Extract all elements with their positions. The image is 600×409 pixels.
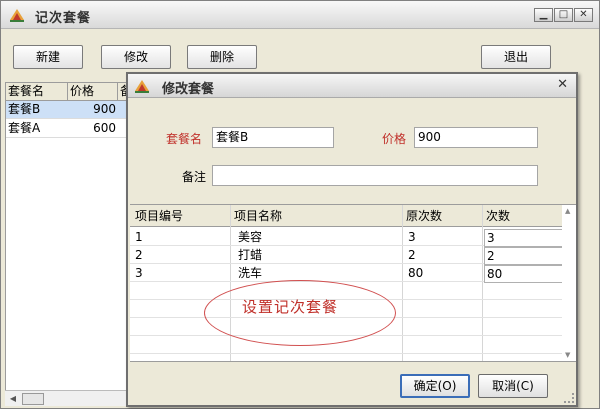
column-header-name[interactable]: 套餐名: [6, 83, 68, 100]
package-name-field[interactable]: 套餐B: [212, 127, 334, 148]
edit-package-dialog: 修改套餐 ✕ 套餐名 套餐B 价格 900 备注 项目编号 项目名称 原次数 次…: [126, 72, 578, 407]
item-count-input[interactable]: 3: [484, 229, 564, 247]
item-original-count-cell[interactable]: 80: [408, 265, 423, 281]
scroll-left-icon[interactable]: ◀: [6, 392, 20, 406]
item-id-cell[interactable]: 1: [135, 229, 143, 245]
app-icon: [135, 80, 149, 93]
table-row[interactable]: 套餐A 600: [6, 120, 128, 138]
app-icon: [10, 9, 24, 22]
scroll-thumb[interactable]: [22, 393, 44, 405]
column-header-price[interactable]: 价格: [68, 83, 118, 100]
horizontal-scrollbar[interactable]: ◀: [5, 390, 129, 406]
item-id-cell[interactable]: 2: [135, 247, 143, 263]
dialog-titlebar[interactable]: 修改套餐 ✕: [128, 74, 576, 98]
new-button[interactable]: 新建: [13, 45, 83, 69]
edit-button[interactable]: 修改: [101, 45, 171, 69]
scroll-down-icon[interactable]: ▼: [565, 351, 570, 359]
column-header-item-id[interactable]: 项目编号: [135, 208, 183, 224]
item-name-cell[interactable]: 洗车: [238, 265, 262, 281]
row-price-cell: 600: [93, 121, 116, 135]
item-name-cell[interactable]: 打蜡: [238, 247, 262, 263]
row-price-cell: 900: [93, 102, 116, 116]
package-name-label: 套餐名: [166, 132, 203, 146]
price-field[interactable]: 900: [414, 127, 538, 148]
main-titlebar[interactable]: 记次套餐 ▁ □ ✕: [1, 1, 599, 29]
package-list-header: 套餐名 价格 备: [6, 83, 128, 101]
column-header-count[interactable]: 次数: [486, 208, 510, 224]
remark-label: 备注: [182, 170, 207, 184]
remark-field[interactable]: [212, 165, 538, 186]
item-name-cell[interactable]: 美容: [238, 229, 262, 245]
row-name-cell: 套餐A: [8, 121, 41, 135]
item-original-count-cell[interactable]: 2: [408, 247, 416, 263]
row-name-cell: 套餐B: [8, 102, 41, 116]
column-header-original-count[interactable]: 原次数: [406, 208, 442, 224]
table-row[interactable]: 套餐B 900: [6, 101, 128, 119]
package-list-grid[interactable]: 套餐名 价格 备 套餐B 900 套餐A 600: [5, 82, 129, 406]
close-icon[interactable]: ✕: [557, 77, 568, 92]
item-id-cell[interactable]: 3: [135, 265, 143, 281]
resize-grip-icon[interactable]: [564, 393, 574, 403]
maximize-icon[interactable]: □: [554, 8, 573, 22]
item-count-input[interactable]: 2: [484, 247, 564, 265]
price-label: 价格: [382, 132, 407, 146]
annotation-text: 设置记次套餐: [242, 298, 339, 316]
cancel-button[interactable]: 取消(C): [478, 374, 548, 398]
column-header-item-name[interactable]: 项目名称: [234, 208, 282, 224]
vertical-scrollbar[interactable]: ▲ ▼: [562, 205, 576, 361]
scroll-up-icon[interactable]: ▲: [565, 207, 570, 215]
item-count-input[interactable]: 80: [484, 265, 564, 283]
delete-button[interactable]: 删除: [187, 45, 257, 69]
close-icon[interactable]: ✕: [574, 8, 593, 22]
dialog-title: 修改套餐: [162, 82, 215, 97]
main-window-title: 记次套餐: [35, 11, 92, 26]
exit-button[interactable]: 退出: [481, 45, 551, 69]
item-original-count-cell[interactable]: 3: [408, 229, 416, 245]
ok-button[interactable]: 确定(O): [400, 374, 470, 398]
items-grid-header: 项目编号 项目名称 原次数 次数: [130, 205, 576, 227]
minimize-icon[interactable]: ▁: [534, 8, 553, 22]
